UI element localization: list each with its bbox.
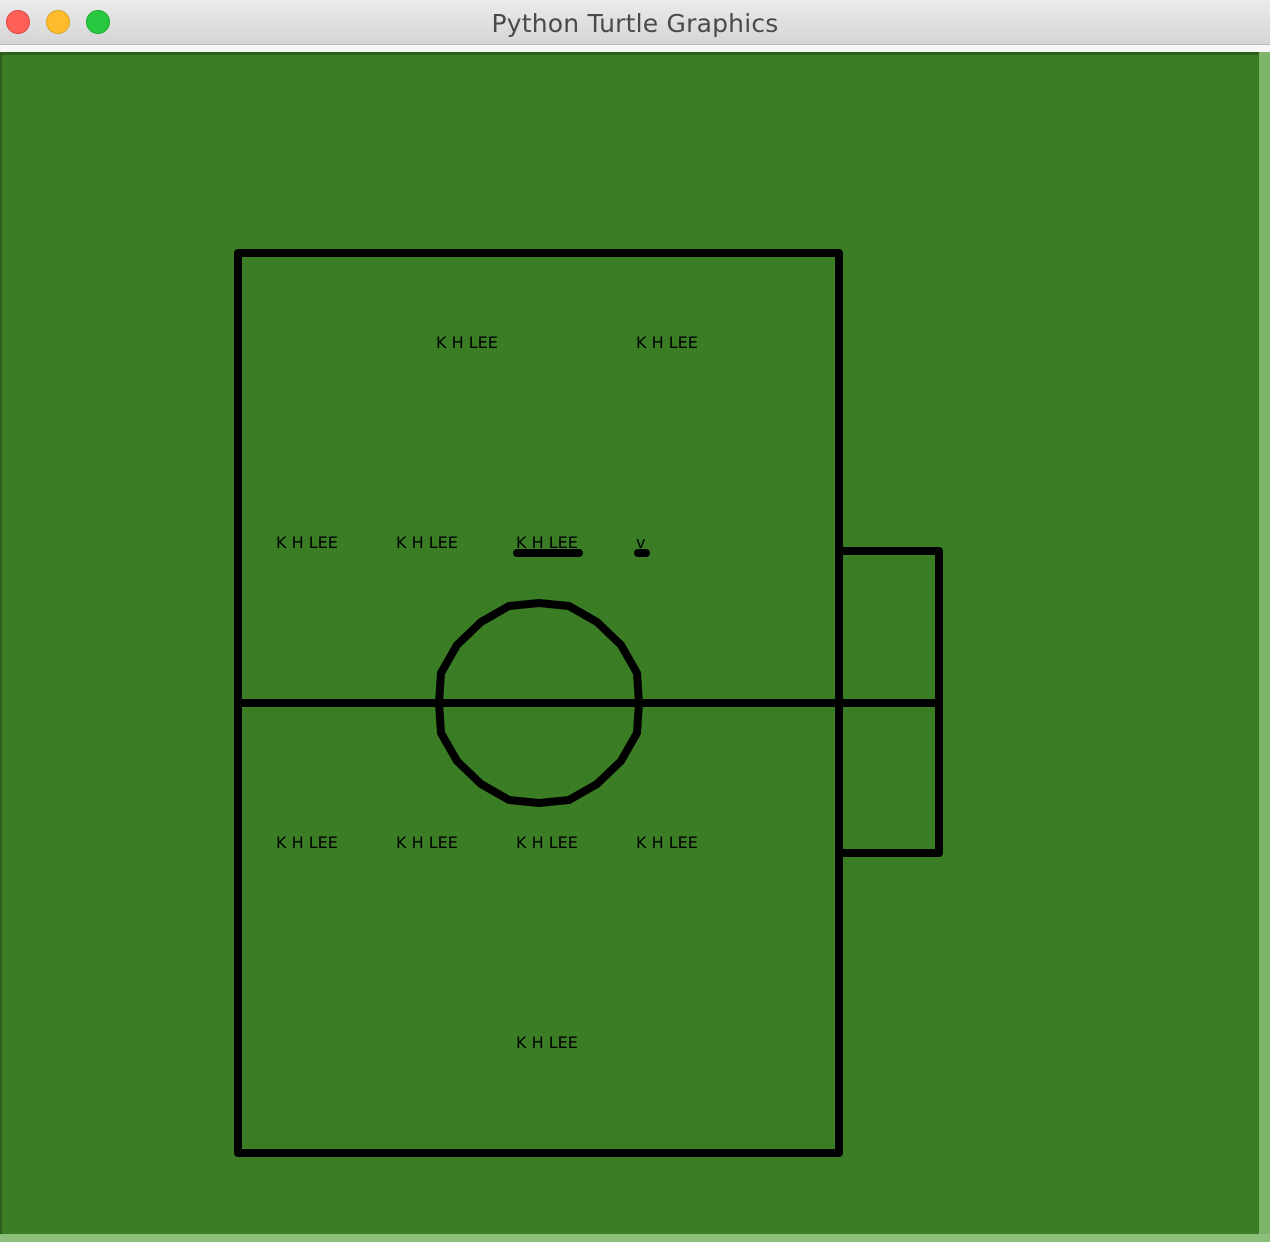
turtle-window: Python Turtle Graphics K H LEE K H LEE K… bbox=[0, 0, 1270, 1242]
player-label: K H LEE bbox=[276, 533, 338, 552]
player-label: K H LEE bbox=[436, 333, 498, 352]
player-label: K H LEE bbox=[516, 533, 578, 552]
player-label: K H LEE bbox=[516, 1033, 578, 1052]
player-label: K H LEE bbox=[276, 833, 338, 852]
player-label: K H LEE bbox=[636, 333, 698, 352]
player-label: K H LEE bbox=[516, 833, 578, 852]
player-label: K H LEE bbox=[396, 833, 458, 852]
player-label: K H LEE bbox=[396, 533, 458, 552]
player-label: v bbox=[636, 533, 645, 552]
soccer-field-drawing: K H LEE K H LEE K H LEE K H LEE K H LEE … bbox=[234, 249, 943, 1157]
player-label: K H LEE bbox=[636, 833, 698, 852]
